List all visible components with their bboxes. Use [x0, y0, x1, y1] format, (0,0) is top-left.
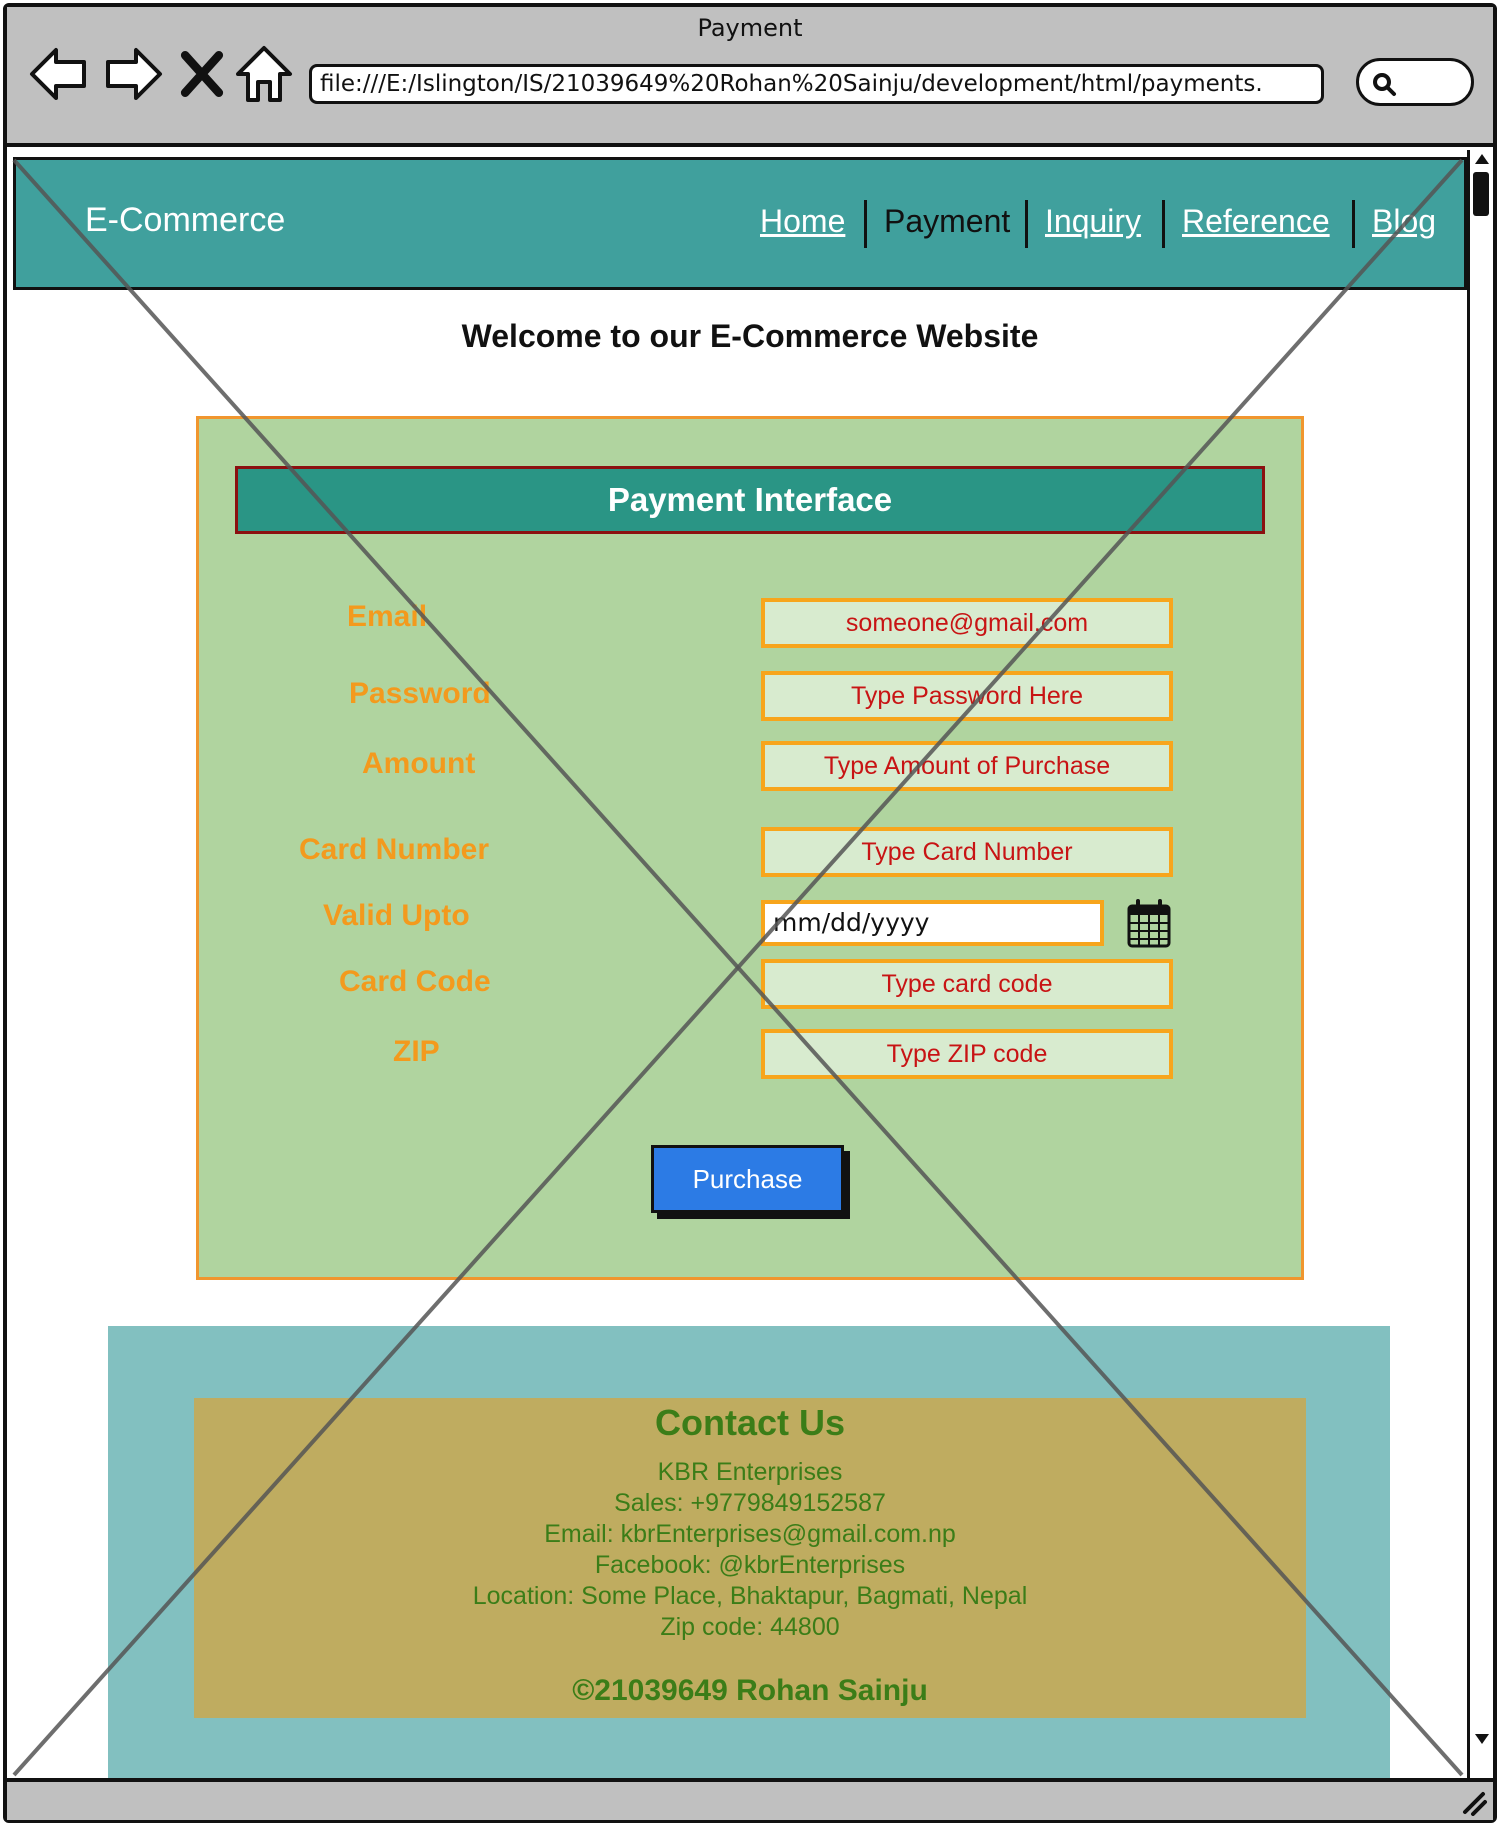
contact-email: Email: kbrEnterprises@gmail.com.np — [544, 1520, 956, 1548]
contact-company: KBR Enterprises — [657, 1458, 843, 1486]
search-icon — [1373, 73, 1396, 96]
nav-payment[interactable]: Payment — [884, 203, 1010, 240]
scroll-up-icon[interactable] — [1472, 150, 1492, 168]
nav-blog[interactable]: Blog — [1372, 203, 1436, 240]
zip-label: ZIP — [393, 1035, 440, 1068]
nav-separator — [864, 200, 867, 248]
card-code-field[interactable] — [761, 959, 1173, 1009]
password-label: Password — [349, 677, 491, 710]
valid-upto-label: Valid Upto — [323, 899, 470, 932]
scroll-down-icon[interactable] — [1472, 1730, 1492, 1748]
brand-logo-text[interactable]: E-Commerce — [85, 201, 285, 240]
nav-separator — [1025, 200, 1028, 248]
amount-label: Amount — [362, 747, 476, 780]
nav-inquiry[interactable]: Inquiry — [1045, 203, 1141, 240]
back-arrow-icon[interactable] — [26, 42, 90, 106]
purchase-button[interactable]: Purchase — [651, 1145, 844, 1213]
contact-facebook: Facebook: @kbrEnterprises — [594, 1551, 906, 1579]
home-icon[interactable] — [232, 42, 296, 106]
welcome-heading: Welcome to our E-Commerce Website — [461, 318, 1039, 354]
window-title: Payment — [697, 14, 803, 42]
card-number-label: Card Number — [299, 833, 490, 866]
nav-home[interactable]: Home — [760, 203, 845, 240]
nav-separator — [1162, 200, 1165, 248]
forward-arrow-icon[interactable] — [102, 42, 166, 106]
nav-reference[interactable]: Reference — [1182, 203, 1330, 240]
contact-title: Contact Us — [654, 1402, 846, 1443]
resize-grip-icon[interactable] — [1459, 1788, 1487, 1816]
status-bar — [7, 1778, 1493, 1820]
card-code-label: Card Code — [339, 965, 491, 998]
copyright-text: ©21039649 Rohan Sainju — [572, 1674, 928, 1707]
contact-zip: Zip code: 44800 — [660, 1613, 840, 1641]
close-icon[interactable] — [172, 42, 232, 106]
browser-search-box[interactable] — [1356, 58, 1474, 106]
card-number-field[interactable] — [761, 827, 1173, 877]
zip-field[interactable] — [761, 1029, 1173, 1079]
email-label: Email — [347, 600, 428, 633]
address-bar[interactable]: file:///E:/Islington/IS/21039649%20Rohan… — [309, 64, 1324, 104]
password-field[interactable] — [761, 671, 1173, 721]
amount-field[interactable] — [761, 741, 1173, 791]
contact-sales: Sales: +9779849152587 — [614, 1489, 886, 1517]
payment-form-title: Payment Interface — [235, 466, 1265, 534]
valid-upto-date-field[interactable]: mm/dd/yyyy — [761, 900, 1104, 946]
calendar-icon[interactable] — [1126, 899, 1172, 949]
nav-separator — [1352, 200, 1355, 248]
email-field[interactable] — [761, 598, 1173, 648]
scrollbar-thumb[interactable] — [1473, 172, 1489, 216]
contact-location: Location: Some Place, Bhaktapur, Bagmati… — [472, 1582, 1028, 1610]
